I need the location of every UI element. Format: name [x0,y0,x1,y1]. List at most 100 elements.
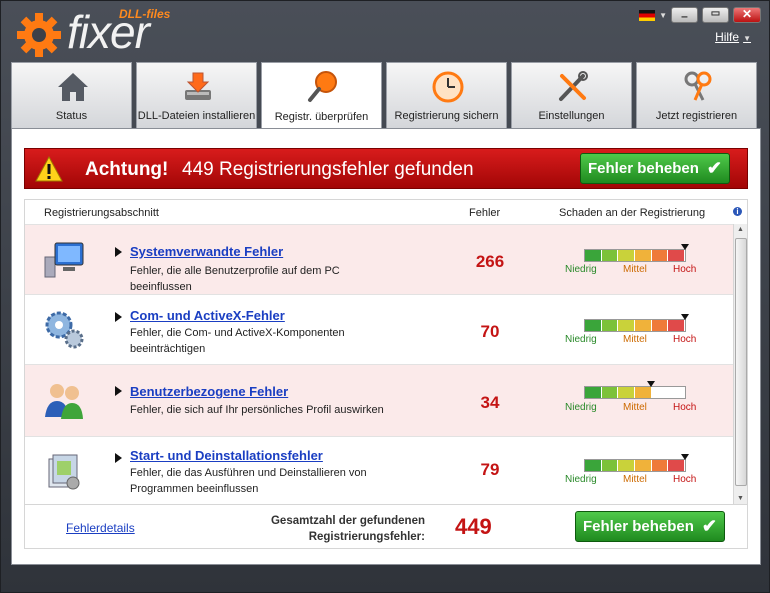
damage-meter [584,314,689,332]
tab-status[interactable]: Status [11,62,132,128]
meter-segment [651,460,669,471]
meter-segment [585,387,602,398]
meter-marker [681,454,689,460]
tab-label: Einstellungen [538,110,605,122]
help-label: Hilfe [715,30,740,44]
table-header: Registrierungsabschnitt Fehler Schaden a… [25,200,747,224]
checkmark-icon: ✔ [701,516,717,536]
maximize-button[interactable]: ▭ [702,7,729,23]
vertical-scrollbar[interactable]: ▲ ▼ [733,224,747,504]
tab-registry-scan[interactable]: Registr. überprüfen [261,62,382,129]
expand-arrow-icon[interactable] [115,247,122,257]
banner-message: 449 Registrierungsfehler gefunden [182,159,474,180]
meter-segment [651,387,669,398]
info-icon[interactable]: i [733,207,742,216]
fix-errors-button-footer[interactable]: Fehler beheben ✔ [575,511,725,542]
table-row: Com- und ActiveX-Fehler Fehler, die Com-… [25,294,733,364]
header-errors: Fehler [469,207,501,219]
meter-segment [668,250,686,261]
meter-high-label: Hoch [673,334,697,345]
meter-segment [651,250,669,261]
banner-attention: Achtung! [85,159,169,180]
close-button[interactable]: ✕ [733,7,761,23]
magnifier-icon [308,71,337,102]
meter-segment [635,320,652,331]
error-details-link[interactable]: Fehlerdetails [66,521,135,535]
meter-segment [668,460,686,471]
tab-label: Jetzt registrieren [655,110,738,122]
meter-segment [601,460,619,471]
row-count: 266 [475,252,505,271]
help-menu[interactable]: Hilfe ▼ [715,30,751,44]
language-flag-icon[interactable] [639,9,656,21]
meter-segment [585,320,602,331]
table-row: Benutzerbezogene Fehler Fehler, die sich… [25,364,733,436]
row-title[interactable]: Systemverwandte Fehler [130,244,283,259]
tab-label: DLL-Dateien installieren [137,110,256,122]
damage-meter [584,454,689,472]
meter-mid-label: Mittel [623,474,647,485]
fix-button-label: Fehler beheben [583,518,694,535]
meter-low-label: Niedrig [565,334,597,345]
damage-meter [584,244,689,262]
meter-segment [668,320,686,331]
gear-logo-icon [17,13,61,57]
meter-marker [681,314,689,320]
tab-registry-backup[interactable]: Registrierung sichern [386,62,507,128]
tools-icon [559,71,588,101]
meter-marker [647,381,655,387]
fix-errors-button[interactable]: Fehler beheben ✔ [580,153,730,184]
row-description: Fehler, die das Ausführen und Deinstalli… [130,467,367,495]
row-description: Fehler, die alle Benutzerprofile auf dem… [130,265,340,293]
installer-box-icon [48,454,80,490]
scrollbar-thumb[interactable] [735,238,747,486]
damage-meter [584,381,686,399]
users-icon [45,384,83,419]
meter-mid-label: Mittel [623,334,647,345]
tab-label: Status [55,110,88,122]
checkmark-icon: ✔ [706,158,722,178]
gears-icon [45,311,84,349]
tab-label: Registr. überprüfen [274,111,369,123]
install-icon [185,72,211,100]
meter-mid-label: Mittel [623,402,647,413]
meter-high-label: Hoch [673,264,697,275]
meter-segment [635,387,652,398]
row-count: 70 [480,322,500,341]
meter-segment [635,250,652,261]
warning-banner: Achtung! 449 Registrierungsfehler gefund… [24,148,748,189]
expand-arrow-icon[interactable] [115,312,122,322]
keys-icon [684,71,712,101]
brand-name: fixer [67,6,150,58]
chevron-down-icon[interactable]: ▼ [659,11,667,20]
tab-settings[interactable]: Einstellungen [511,62,632,128]
meter-segment [601,387,619,398]
meter-low-label: Niedrig [565,402,597,413]
fix-button-label: Fehler beheben [588,160,699,177]
expand-arrow-icon[interactable] [115,386,122,396]
scroll-up-icon[interactable]: ▲ [737,226,744,233]
meter-segment [635,460,652,471]
meter-mid-label: Mittel [623,264,647,275]
meter-high-label: Hoch [673,402,697,413]
row-title[interactable]: Com- und ActiveX-Fehler [130,308,285,323]
tab-register[interactable]: Jetzt registrieren [636,62,757,128]
row-title[interactable]: Start- und Deinstallationsfehler [130,448,323,463]
row-description: Fehler, die Com- und ActiveX-Komponenten… [130,327,345,355]
meter-segment [601,250,619,261]
expand-arrow-icon[interactable] [115,453,122,463]
scroll-down-icon[interactable]: ▼ [737,495,744,502]
home-icon [58,73,88,101]
app-window: DLL-files fixer ▼ – ▭ ✕ Hilfe ▼ Status DL… [0,0,770,593]
tab-dll-install[interactable]: DLL-Dateien installieren [136,62,257,128]
tab-label: Registrierung sichern [394,110,499,122]
computer-icon [44,242,84,278]
errors-table: Registrierungsabschnitt Fehler Schaden a… [24,199,748,549]
clock-backup-icon [432,71,464,103]
meter-segment [585,250,602,261]
chevron-down-icon: ▼ [743,34,751,43]
row-title[interactable]: Benutzerbezogene Fehler [130,384,288,399]
row-count: 34 [480,393,500,412]
minimize-button[interactable]: – [671,7,698,23]
meter-segment [618,250,636,261]
